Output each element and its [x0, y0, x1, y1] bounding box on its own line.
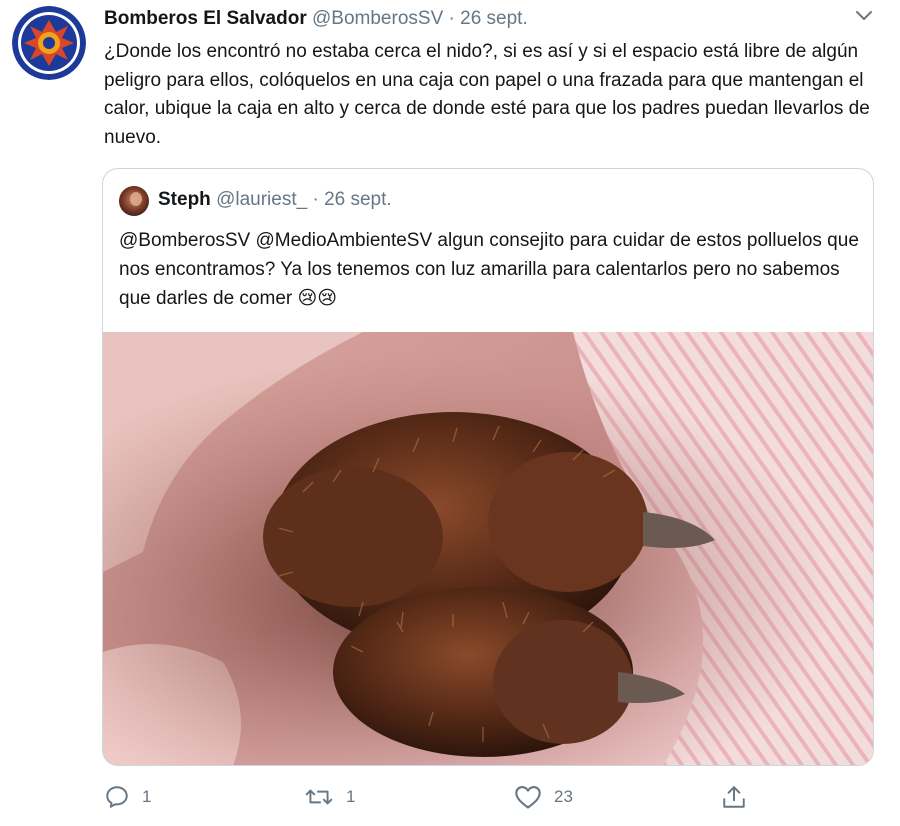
like-icon [515, 786, 541, 809]
crying-face-emoji: 😢😢 [297, 288, 338, 309]
share-icon [723, 786, 745, 808]
like-count: 23 [554, 787, 573, 806]
quoted-author-avatar[interactable] [119, 186, 149, 216]
quoted-header: Steph @lauriest_ · 26 sept. [158, 189, 392, 211]
tweet-header: Bomberos El Salvador @BomberosSV · 26 se… [104, 8, 528, 30]
reply-icon [106, 786, 128, 808]
retweet-count: 1 [346, 787, 356, 806]
tweet-date[interactable]: 26 sept. [460, 8, 528, 29]
author-avatar[interactable] [12, 6, 86, 80]
reply-count: 1 [142, 787, 152, 806]
quoted-author-name[interactable]: Steph [158, 189, 211, 210]
separator-dot: · [448, 8, 455, 29]
quoted-author-handle[interactable]: @lauriest_ [216, 189, 307, 210]
quoted-date[interactable]: 26 sept. [324, 189, 392, 210]
separator-dot: · [312, 189, 319, 210]
chicks-photo[interactable] [103, 332, 873, 766]
avatar-photo [119, 186, 149, 216]
more-options-button[interactable] [854, 8, 874, 22]
reply-button[interactable]: 1 [104, 784, 151, 810]
quoted-text-block: @BomberosSV @MedioAmbienteSV algun conse… [119, 226, 859, 313]
author-handle[interactable]: @BomberosSV [312, 8, 443, 29]
quoted-tweet[interactable]: Steph @lauriest_ · 26 sept. @BomberosSV … [102, 168, 874, 766]
quoted-text: @BomberosSV @MedioAmbienteSV algun conse… [119, 230, 859, 309]
tweet-text: ¿Donde los encontró no estaba cerca el n… [104, 41, 870, 148]
author-name[interactable]: Bomberos El Salvador [104, 8, 307, 29]
chevron-down-icon [856, 11, 872, 20]
share-button[interactable] [721, 784, 747, 810]
bomberos-logo [12, 6, 86, 80]
tweet-actions: 1 1 23 [0, 780, 900, 820]
retweet-icon [305, 789, 333, 805]
like-button[interactable]: 23 [514, 784, 573, 810]
retweet-button[interactable]: 1 [304, 784, 355, 810]
